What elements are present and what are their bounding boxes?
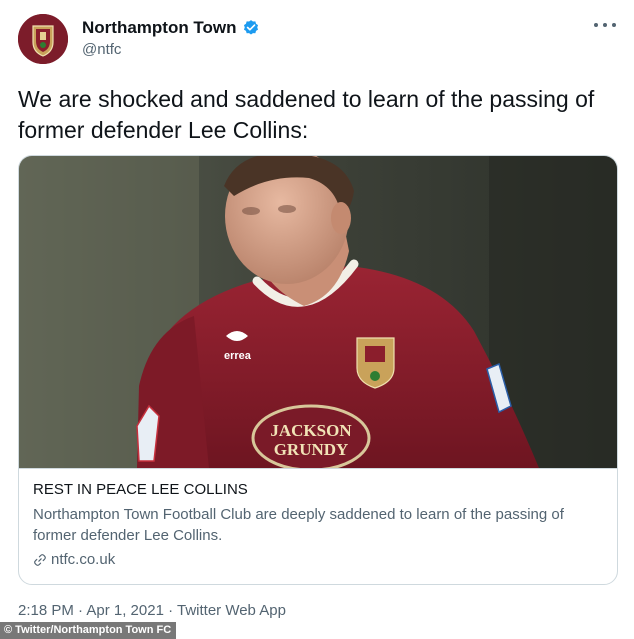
image-credit: © Twitter/Northampton Town FC xyxy=(0,622,177,639)
player-photo: errea JACKSON GRUNDY xyxy=(19,156,617,468)
svg-text:errea: errea xyxy=(224,350,252,362)
verified-badge-icon xyxy=(243,20,258,35)
user-handle[interactable]: @ntfc xyxy=(82,41,121,59)
avatar[interactable] xyxy=(18,14,68,64)
shirt-crest xyxy=(356,337,395,389)
shirt-sponsor-badge: JACKSON GRUNDY xyxy=(251,404,371,468)
card-body[interactable]: REST IN PEACE LEE COLLINS Northampton To… xyxy=(19,468,617,584)
card-description: Northampton Town Football Club are deepl… xyxy=(33,506,564,544)
club-crest-icon xyxy=(18,14,68,64)
display-name[interactable]: Northampton Town xyxy=(82,18,237,38)
card-title: REST IN PEACE LEE COLLINS xyxy=(33,481,248,498)
svg-text:GRUNDY: GRUNDY xyxy=(274,440,349,459)
tweet-timestamp[interactable]: 2:18 PM · Apr 1, 2021 · Twitter Web App xyxy=(18,602,286,620)
more-options-icon[interactable] xyxy=(594,18,616,32)
tweet-text: We are shocked and saddened to learn of … xyxy=(18,86,595,143)
card-link-domain[interactable]: ntfc.co.uk xyxy=(51,551,115,569)
card-link[interactable]: ntfc.co.uk xyxy=(33,551,115,569)
link-icon xyxy=(34,554,46,566)
card-image[interactable]: errea JACKSON GRUNDY xyxy=(19,156,617,468)
svg-text:JACKSON: JACKSON xyxy=(270,421,352,440)
display-name-row: Northampton Town xyxy=(82,18,260,38)
tweet-embed: Northampton Town @ntfc We are shocked an… xyxy=(0,0,634,639)
link-preview-card[interactable]: errea JACKSON GRUNDY REST IN PEACE LEE C… xyxy=(18,155,618,585)
